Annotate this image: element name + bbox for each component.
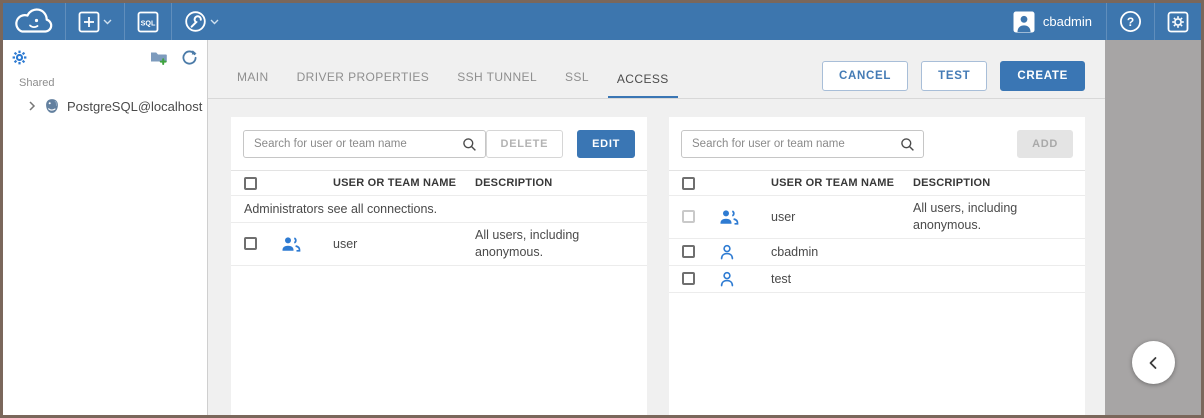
granted-search-input[interactable]: [244, 138, 462, 150]
available-search-box: [681, 130, 924, 158]
connection-dialog: MAIN DRIVER PROPERTIES SSH TUNNEL SSL AC…: [208, 40, 1105, 415]
edit-button[interactable]: EDIT: [577, 130, 635, 158]
table-row[interactable]: user All users, including anonymous.: [669, 196, 1085, 239]
refresh-icon[interactable]: [181, 49, 197, 65]
search-icon: [900, 137, 915, 152]
row-checkbox-disabled: [682, 210, 695, 223]
create-button[interactable]: CREATE: [1000, 61, 1085, 91]
row-description: [913, 275, 1085, 283]
access-panels: DELETE EDIT USER OR TEAM NAME DESCRIPTIO…: [231, 117, 1085, 415]
help-button[interactable]: ?: [1107, 3, 1154, 40]
available-toolbar-actions: ADD: [1017, 130, 1073, 158]
sidebar-section-label: Shared: [3, 67, 207, 92]
chevron-down-icon: [210, 19, 219, 25]
settings-gear-icon[interactable]: [12, 50, 27, 65]
tab-access[interactable]: ACCESS: [608, 72, 678, 98]
table-row[interactable]: user All users, including anonymous.: [231, 223, 647, 266]
tree-item-postgresql-connection[interactable]: PostgreSQL@localhost: [3, 92, 207, 120]
tab-driver-properties[interactable]: DRIVER PROPERTIES: [288, 70, 439, 98]
driver-tools-button[interactable]: [172, 3, 231, 40]
chevron-down-icon: [103, 19, 112, 25]
available-panel-toolbar: ADD: [669, 117, 1085, 170]
username-label: cbadmin: [1043, 14, 1092, 29]
wrench-circle-icon: [184, 10, 207, 33]
app-body: Shared PostgreSQL@localhost: [3, 40, 1201, 415]
info-row-text: Administrators see all connections.: [231, 202, 437, 216]
select-all-checkbox[interactable]: [682, 177, 695, 190]
postgresql-icon: [44, 98, 60, 114]
row-name: user: [333, 237, 475, 251]
new-connection-button[interactable]: [66, 3, 124, 40]
top-bar: SQL cbadmin ?: [3, 3, 1201, 40]
row-description: All users, including anonymous.: [913, 196, 1085, 238]
chevron-left-icon: [1142, 351, 1166, 375]
available-access-table: USER OR TEAM NAME DESCRIPTION: [669, 170, 1085, 293]
dialog-actions: CANCEL TEST CREATE: [822, 61, 1085, 91]
description-column-header: DESCRIPTION: [913, 172, 1085, 195]
description-column-header: DESCRIPTION: [475, 172, 647, 195]
row-description: [913, 248, 1085, 256]
table-header-row: USER OR TEAM NAME DESCRIPTION: [231, 170, 647, 196]
name-column-header: USER OR TEAM NAME: [771, 177, 913, 189]
settings-button[interactable]: [1155, 3, 1201, 40]
row-description: All users, including anonymous.: [475, 223, 647, 265]
table-row[interactable]: test: [669, 266, 1085, 293]
user-icon: [719, 271, 735, 287]
row-name: test: [771, 272, 913, 286]
tab-main[interactable]: MAIN: [228, 70, 278, 98]
cancel-button[interactable]: CANCEL: [822, 61, 908, 91]
row-checkbox[interactable]: [682, 272, 695, 285]
info-row: Administrators see all connections.: [231, 196, 647, 223]
tree-item-label: PostgreSQL@localhost: [67, 99, 202, 114]
delete-button: DELETE: [486, 130, 564, 158]
dialog-header: MAIN DRIVER PROPERTIES SSH TUNNEL SSL AC…: [208, 40, 1105, 99]
add-button: ADD: [1017, 130, 1073, 158]
cloudbeaver-logo-icon[interactable]: [3, 3, 65, 40]
row-name: user: [771, 210, 913, 224]
user-avatar-icon: [1013, 11, 1035, 33]
granted-search-box: [243, 130, 486, 158]
main-area: MAIN DRIVER PROPERTIES SSH TUNNEL SSL AC…: [208, 40, 1201, 415]
tab-ssh-tunnel[interactable]: SSH TUNNEL: [448, 70, 546, 98]
svg-text:SQL: SQL: [141, 18, 156, 27]
granted-toolbar-actions: DELETE EDIT: [486, 130, 635, 158]
available-access-panel: ADD USER OR TEAM NAME DESCRIPTION: [669, 117, 1085, 415]
test-button[interactable]: TEST: [921, 61, 987, 91]
granted-access-panel: DELETE EDIT USER OR TEAM NAME DESCRIPTIO…: [231, 117, 647, 415]
help-icon: ?: [1119, 10, 1142, 33]
granted-access-table: USER OR TEAM NAME DESCRIPTION Administra…: [231, 170, 647, 266]
select-all-checkbox[interactable]: [244, 177, 257, 190]
row-name: cbadmin: [771, 245, 913, 259]
table-header-row: USER OR TEAM NAME DESCRIPTION: [669, 170, 1085, 196]
sidebar-toolbar: [3, 47, 207, 67]
user-menu[interactable]: cbadmin: [999, 3, 1106, 40]
name-column-header: USER OR TEAM NAME: [333, 177, 475, 189]
svg-text:?: ?: [1127, 15, 1134, 29]
user-icon: [719, 244, 735, 260]
sql-icon: SQL: [137, 11, 159, 33]
collapse-panel-button[interactable]: [1132, 341, 1175, 384]
dialog-tabs: MAIN DRIVER PROPERTIES SSH TUNNEL SSL AC…: [228, 40, 688, 98]
tab-ssl[interactable]: SSL: [556, 70, 598, 98]
row-checkbox[interactable]: [682, 245, 695, 258]
sql-editor-button[interactable]: SQL: [125, 3, 171, 40]
gear-icon: [1167, 11, 1189, 33]
navigation-sidebar: Shared PostgreSQL@localhost: [3, 40, 208, 415]
table-row[interactable]: cbadmin: [669, 239, 1085, 266]
row-checkbox[interactable]: [244, 237, 257, 250]
team-icon: [281, 236, 301, 252]
new-folder-icon[interactable]: [150, 50, 168, 65]
search-icon: [462, 137, 477, 152]
tree-expand-chevron-icon[interactable]: [27, 101, 37, 111]
plus-square-icon: [78, 11, 100, 33]
cloudbeaver-app-window: SQL cbadmin ?: [0, 0, 1204, 418]
team-icon: [719, 209, 739, 225]
available-search-input[interactable]: [682, 138, 900, 150]
granted-panel-toolbar: DELETE EDIT: [231, 117, 647, 170]
